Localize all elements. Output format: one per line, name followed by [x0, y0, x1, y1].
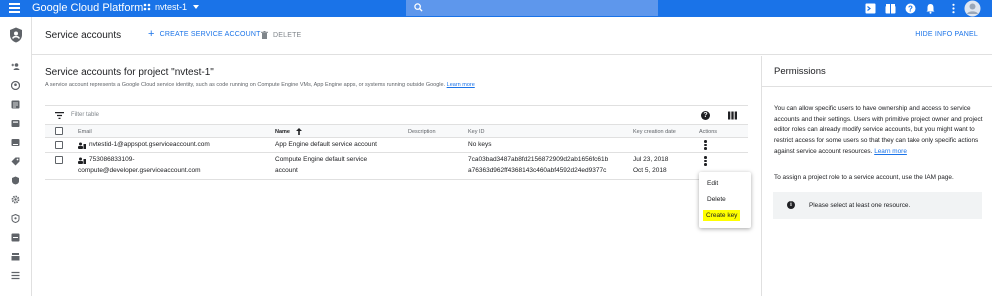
panel-info-box: i Please select at least one resource. — [773, 192, 982, 219]
service-account-icon — [78, 142, 86, 149]
project-name: nvtest-1 — [155, 2, 188, 12]
security-icon[interactable] — [11, 176, 20, 185]
account-circle-icon[interactable] — [11, 81, 20, 90]
table-row[interactable]: 753086833109- compute@developer.gservice… — [45, 153, 748, 180]
service-accounts-icon[interactable] — [11, 138, 20, 147]
column-email[interactable]: Email — [78, 129, 92, 135]
organization-icon[interactable] — [11, 119, 20, 128]
menu-collapse-icon[interactable] — [11, 271, 20, 280]
people-add-icon[interactable] — [11, 62, 20, 71]
row-name: App Engine default service account — [275, 141, 377, 148]
info-icon: i — [787, 201, 795, 209]
row-name-line2: account — [275, 167, 298, 174]
shield-icon — [10, 27, 22, 43]
row-key-date-2: Oct 5, 2018 — [633, 167, 667, 174]
create-service-account-button[interactable]: + CREATE SERVICE ACCOUNT — [148, 28, 261, 40]
project-selector[interactable]: nvtest-1 — [143, 2, 200, 12]
project-icon — [143, 3, 151, 11]
column-name-label: Name — [275, 129, 290, 135]
service-accounts-table: Filter table ? Email Name Description Ke… — [45, 105, 748, 180]
create-label: CREATE SERVICE ACCOUNT — [159, 31, 261, 38]
row-key-date-1: Jul 23, 2018 — [633, 156, 669, 163]
settings-icon[interactable] — [11, 195, 20, 204]
row-checkbox[interactable] — [55, 156, 63, 164]
delete-label: DELETE — [273, 31, 302, 39]
section-heading: Service accounts for project "nvtest-1" — [45, 67, 214, 78]
side-nav — [0, 17, 32, 296]
row-actions-kebab-icon[interactable] — [704, 140, 707, 151]
columns-icon[interactable] — [728, 111, 737, 120]
top-bar: Google Cloud Platform nvtest-1 ? — [0, 0, 992, 17]
learn-more-link[interactable]: Learn more — [447, 82, 475, 88]
section-description: A service account represents a Google Cl… — [45, 82, 475, 88]
row-email: nvtestid-1@appspot.gserviceaccount.com — [89, 141, 210, 148]
table-row[interactable]: nvtestid-1@appspot.gserviceaccount.com A… — [45, 138, 748, 153]
chevron-down-icon — [193, 5, 200, 9]
menu-item-edit[interactable]: Edit — [707, 180, 718, 187]
privacy-icon[interactable] — [11, 214, 20, 223]
column-key-date[interactable]: Key creation date — [633, 129, 676, 135]
row-key-id: No keys — [468, 141, 492, 148]
filter-input[interactable]: Filter table — [71, 112, 99, 118]
row-name-line1: Compute Engine default service — [275, 156, 368, 163]
help-icon[interactable]: ? — [701, 111, 710, 120]
brand-title[interactable]: Google Cloud Platform — [32, 2, 143, 14]
row-key-id-2: a76363d962ff4368143c460abf4592d24ed9377c — [468, 167, 607, 174]
account-icon[interactable] — [964, 0, 981, 17]
row-checkbox[interactable] — [55, 141, 63, 149]
filter-icon[interactable] — [55, 112, 64, 119]
plus-icon: + — [148, 28, 155, 40]
tag-icon[interactable] — [11, 157, 20, 166]
svg-text:?: ? — [908, 4, 913, 13]
column-actions: Actions — [699, 129, 718, 135]
sort-ascending-icon[interactable] — [296, 128, 302, 135]
row-key-id-1: 7ca03bad3487ab8fd2156872909d2ab1656fc61b — [468, 156, 609, 163]
main-content: Service accounts for project "nvtest-1" … — [32, 56, 760, 296]
gift-icon[interactable] — [885, 3, 896, 14]
info-text: Please select at least one resource. — [809, 202, 911, 209]
row-email-line2: compute@developer.gserviceaccount.com — [78, 167, 201, 174]
hide-info-panel-button[interactable]: HIDE INFO PANEL — [915, 31, 978, 38]
list-icon[interactable] — [11, 100, 20, 109]
column-description[interactable]: Description — [408, 129, 436, 135]
panel-divider — [762, 86, 992, 87]
description-text: A service account represents a Google Cl… — [45, 82, 446, 88]
page-title: Service accounts — [45, 30, 122, 41]
panel-learn-more-link[interactable]: Learn more — [874, 148, 907, 155]
filter-bar: Filter table ? — [45, 106, 748, 125]
panel-description: You can allow specific users to have own… — [774, 104, 986, 158]
panel-title: Permissions — [774, 66, 826, 77]
info-panel: Permissions You can allow specific users… — [761, 56, 992, 296]
menu-item-delete[interactable]: Delete — [707, 196, 726, 203]
row-actions-menu: Edit Delete Create key — [699, 172, 751, 228]
search-input[interactable] — [406, 0, 658, 16]
help-icon[interactable]: ? — [905, 3, 916, 14]
table-header: Email Name Description Key ID Key creati… — [45, 125, 748, 138]
row-email-line1: 753086833109- — [89, 156, 135, 163]
select-all-checkbox[interactable] — [55, 127, 63, 135]
terminal-icon[interactable] — [865, 3, 876, 14]
column-key-id[interactable]: Key ID — [468, 129, 485, 135]
quotas-icon[interactable] — [11, 233, 20, 242]
delete-button[interactable]: DELETE — [261, 31, 301, 39]
column-name[interactable]: Name — [275, 129, 290, 135]
trash-icon — [261, 31, 268, 39]
more-icon[interactable] — [948, 3, 959, 14]
service-account-icon — [78, 157, 86, 164]
page-header: Service accounts + CREATE SERVICE ACCOUN… — [32, 17, 992, 55]
menu-item-create-key[interactable]: Create key — [703, 210, 741, 221]
groups-icon[interactable] — [11, 252, 20, 261]
menu-icon[interactable] — [9, 3, 20, 13]
search-icon — [414, 3, 423, 12]
row-actions-kebab-icon[interactable] — [704, 156, 707, 167]
panel-assign-text: To assign a project role to a service ac… — [774, 174, 954, 181]
notifications-icon[interactable] — [925, 3, 936, 14]
